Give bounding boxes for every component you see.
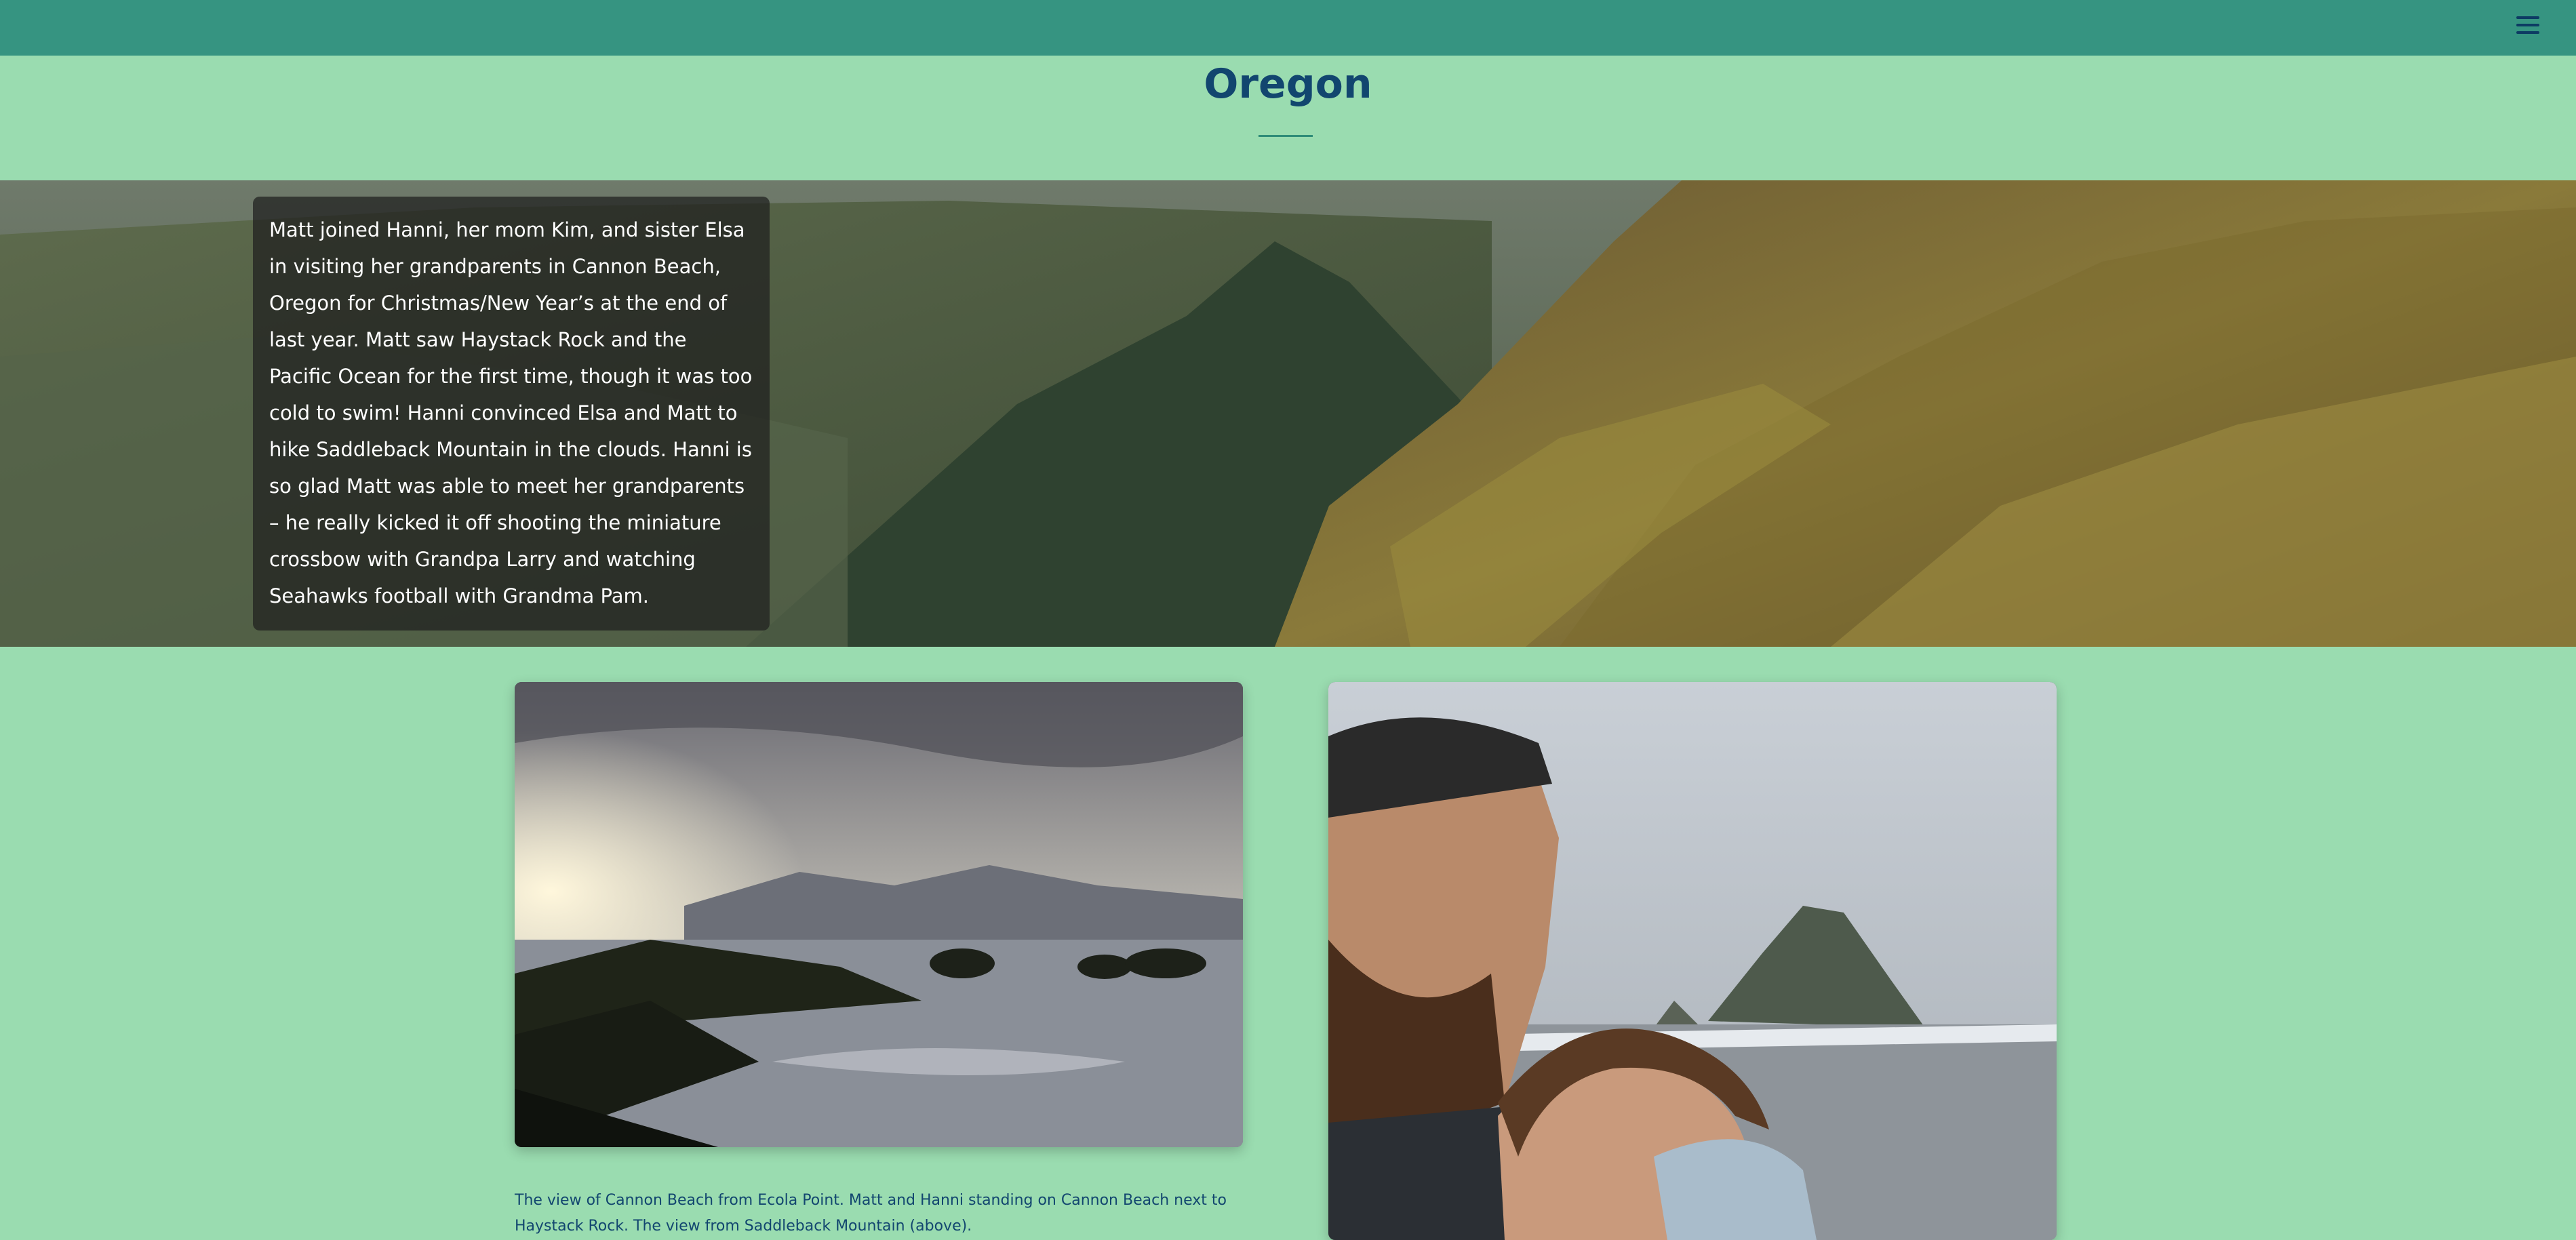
story-text-box: Matt joined Hanni, her mom Kim, and sist… [253,197,770,631]
cannon-beach-photo-image [515,682,1243,1147]
photo-cannon-beach-ecola-point[interactable] [515,682,1243,1147]
photo-matt-hanni-haystack-rock[interactable] [1328,682,2057,1240]
title-divider [1259,135,1313,137]
story-paragraph: Matt joined Hanni, her mom Kim, and sist… [269,218,753,607]
top-navbar [0,0,2576,56]
hero-banner: Matt joined Hanni, her mom Kim, and sist… [0,180,2576,647]
page-title: Oregon [1204,60,1372,108]
hamburger-menu-icon[interactable] [2516,16,2539,37]
selfie-photo-image [1328,682,2057,1240]
title-section: Oregon [0,56,2576,180]
gallery-caption: The view of Cannon Beach from Ecola Poin… [515,1192,1227,1235]
